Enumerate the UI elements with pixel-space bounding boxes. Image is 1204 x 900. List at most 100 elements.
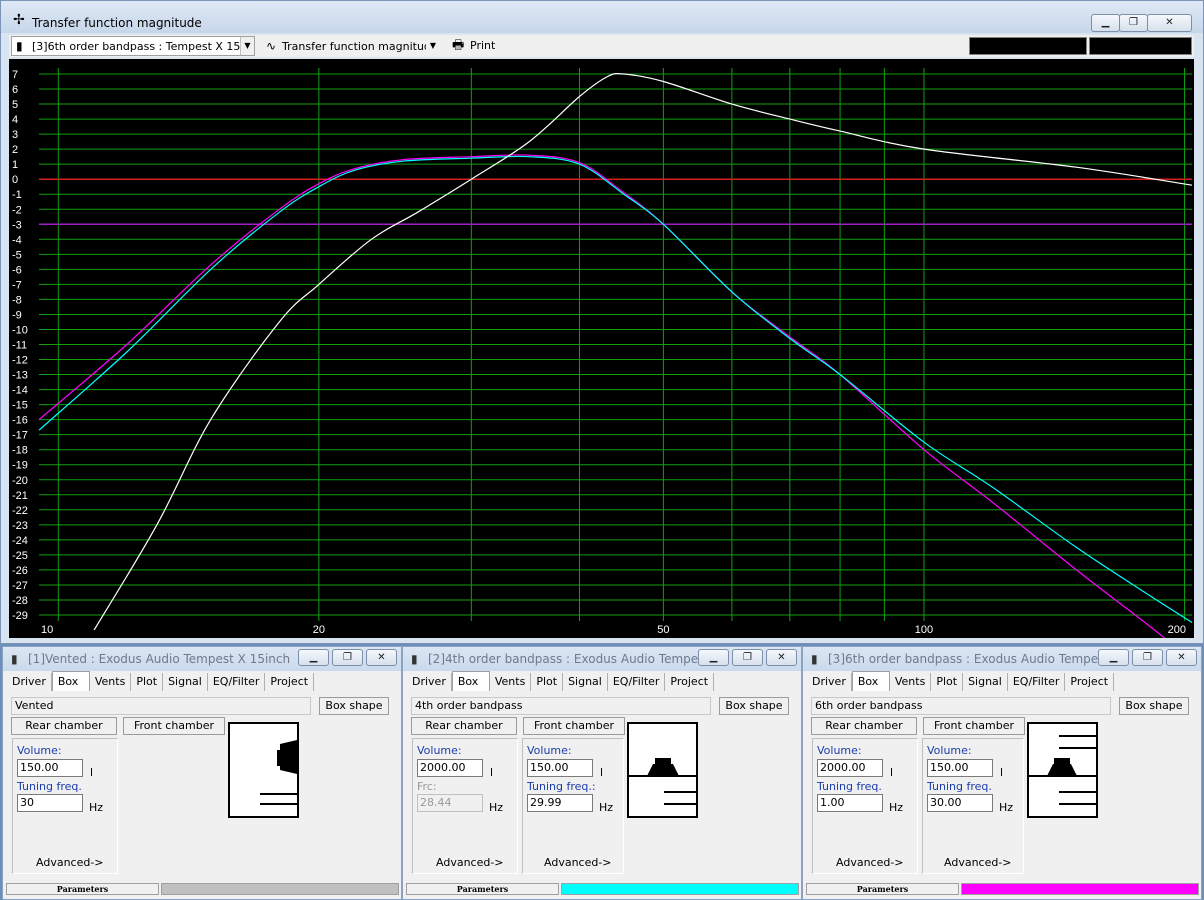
rear-frequency-unit: Hz — [89, 801, 104, 814]
rear-volume-input[interactable]: 2000.00 — [417, 759, 483, 777]
tab-plot[interactable]: Plot — [531, 673, 564, 691]
tab-vents[interactable]: Vents — [490, 673, 532, 691]
box-shape-button[interactable]: Box shape — [319, 697, 389, 715]
parameters-label[interactable]: Parameters — [406, 883, 559, 895]
tab-vents[interactable]: Vents — [90, 673, 132, 691]
rear-volume-input[interactable]: 2000.00 — [817, 759, 883, 777]
printer-icon: 🖶 — [452, 38, 465, 53]
tab-box[interactable]: Box — [451, 671, 490, 691]
tab-box[interactable]: Box — [51, 671, 90, 691]
front-frequency-label: Tuning freq.: — [527, 780, 596, 793]
x-tick-label: 10 — [41, 624, 53, 636]
close-button[interactable]: ✕ — [1166, 649, 1197, 666]
tab-eqfilter[interactable]: EQ/Filter — [208, 673, 266, 691]
project-select[interactable]: ▮ [3]6th order bandpass : Tempest X 15in… — [11, 36, 255, 56]
front-volume-input[interactable]: 150.00 — [527, 759, 593, 777]
x-tick-label: 200 — [1168, 624, 1186, 636]
tab-eqfilter[interactable]: EQ/Filter — [1008, 673, 1066, 691]
tab-signal[interactable]: Signal — [563, 673, 608, 691]
front-volume-unit: l — [1000, 766, 1004, 779]
driver-shape — [280, 740, 297, 774]
maximize-button[interactable]: ❐ — [332, 649, 363, 666]
close-button[interactable]: ✕ — [1147, 14, 1192, 32]
maximize-button[interactable]: ❐ — [732, 649, 763, 666]
front-frequency-input[interactable]: 29.99 — [527, 794, 593, 812]
front-advanced-link[interactable]: Advanced-> — [944, 856, 1012, 869]
panel-6th-bandpass: ▮ [3]6th order bandpass : Exodus Audio T… — [802, 646, 1202, 900]
front-frequency-input[interactable]: 30.00 — [927, 794, 993, 812]
graph-select[interactable]: ∿ Transfer function magnitude ▼ — [261, 36, 441, 56]
front-volume-input[interactable]: 150.00 — [927, 759, 993, 777]
toolbar: ▮ [3]6th order bandpass : Tempest X 15in… — [9, 35, 1194, 57]
rear-advanced-link[interactable]: Advanced-> — [436, 856, 504, 869]
parameters-label[interactable]: Parameters — [806, 883, 959, 895]
front-advanced-link[interactable]: Advanced-> — [544, 856, 612, 869]
chevron-down-icon[interactable]: ▼ — [426, 37, 440, 55]
box-type-field: 6th order bandpass — [811, 697, 1111, 715]
tab-driver[interactable]: Driver — [407, 673, 452, 691]
y-tick-label: -27 — [12, 580, 28, 592]
print-button[interactable]: 🖶 Print — [452, 37, 495, 55]
transfer-function-plot[interactable]: 7 6 5 4 3 2 1 0 -1 -2 -3 -4 -5 -6 -7 -8 -9 -10 -11 -12 -13 -1… — [9, 59, 1194, 638]
rear-frequency-input[interactable]: 30 — [17, 794, 83, 812]
main-titlebar[interactable]: ✢ Transfer function magnitude ▁ ❐ ✕ — [1, 1, 1203, 33]
maximize-button[interactable]: ❐ — [1132, 649, 1163, 666]
y-tick-label: 5 — [12, 99, 18, 111]
series-color-swatch — [961, 883, 1199, 895]
tab-signal[interactable]: Signal — [163, 673, 208, 691]
tab-vents[interactable]: Vents — [890, 673, 932, 691]
rear-advanced-link[interactable]: Advanced-> — [836, 856, 904, 869]
front-chamber-button[interactable]: Front chamber — [923, 717, 1025, 735]
front-chamber-button[interactable]: Front chamber — [123, 717, 225, 735]
tab-driver[interactable]: Driver — [807, 673, 852, 691]
crosshair-icon: ✢ — [13, 12, 25, 28]
tab-project[interactable]: Project — [265, 673, 315, 691]
maximize-button[interactable]: ❐ — [1119, 14, 1148, 32]
box-shape-button[interactable]: Box shape — [1119, 697, 1189, 715]
chart-svg[interactable]: 76543210-1-2-3-4-5-6-7-8-9-10-11-12-13-1… — [9, 59, 1194, 638]
y-tick-label: -11 — [12, 340, 27, 352]
panel-vented: ▮ [1]Vented : Exodus Audio Tempest X 15i… — [2, 646, 402, 900]
rear-chamber-button[interactable]: Rear chamber — [811, 717, 917, 735]
chevron-down-icon[interactable]: ▼ — [240, 37, 254, 55]
panel-titlebar[interactable]: ▮ [2]4th order bandpass : Exodus Audio T… — [403, 647, 801, 671]
tab-plot[interactable]: Plot — [931, 673, 964, 691]
minimize-button[interactable]: ▁ — [1091, 14, 1120, 32]
y-tick-label: -19 — [12, 460, 28, 472]
parameters-label[interactable]: Parameters — [6, 883, 159, 895]
curve-icon: ∿ — [266, 39, 277, 53]
y-tick-label: -24 — [12, 535, 28, 547]
panel-titlebar[interactable]: ▮ [3]6th order bandpass : Exodus Audio T… — [803, 647, 1201, 671]
minimize-button[interactable]: ▁ — [698, 649, 729, 666]
minimize-button[interactable]: ▁ — [298, 649, 329, 666]
panel-4th-bandpass: ▮ [2]4th order bandpass : Exodus Audio T… — [402, 646, 802, 900]
rear-volume-unit: l — [490, 766, 494, 779]
tab-eqfilter[interactable]: EQ/Filter — [608, 673, 666, 691]
tab-plot[interactable]: Plot — [131, 673, 164, 691]
y-tick-label: -5 — [12, 249, 22, 261]
y-tick-label: 1 — [12, 159, 18, 171]
tab-box[interactable]: Box — [851, 671, 890, 691]
rear-volume-label: Volume: — [417, 744, 462, 757]
rear-chamber-button[interactable]: Rear chamber — [411, 717, 517, 735]
rear-frequency-input[interactable]: 1.00 — [817, 794, 883, 812]
rear-chamber-button[interactable]: Rear chamber — [11, 717, 117, 735]
front-chamber-button[interactable]: Front chamber — [523, 717, 625, 735]
panel-title: [3]6th order bandpass : Exodus Audio Tem… — [828, 652, 1098, 666]
box-shape-button[interactable]: Box shape — [719, 697, 789, 715]
y-tick-label: -15 — [12, 400, 28, 412]
panel-tabs: Driver Box Vents Plot Signal EQ/Filter Project — [407, 671, 715, 691]
tab-project[interactable]: Project — [665, 673, 715, 691]
panel-titlebar[interactable]: ▮ [1]Vented : Exodus Audio Tempest X 15i… — [3, 647, 401, 671]
tab-project[interactable]: Project — [1065, 673, 1115, 691]
rear-advanced-link[interactable]: Advanced-> — [36, 856, 104, 869]
rear-volume-input[interactable]: 150.00 — [17, 759, 83, 777]
tab-driver[interactable]: Driver — [7, 673, 52, 691]
driver-shape — [647, 764, 679, 776]
close-button[interactable]: ✕ — [766, 649, 797, 666]
tab-signal[interactable]: Signal — [963, 673, 1008, 691]
rear-volume-label: Volume: — [17, 744, 62, 757]
panel-status-bar: Parameters — [806, 883, 1199, 895]
close-button[interactable]: ✕ — [366, 649, 397, 666]
minimize-button[interactable]: ▁ — [1098, 649, 1129, 666]
